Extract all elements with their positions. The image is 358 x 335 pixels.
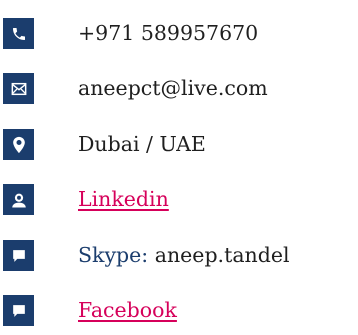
skype-handle: aneep.tandel bbox=[154, 243, 290, 267]
phone-icon bbox=[3, 18, 34, 49]
skype-text: Skype: aneep.tandel bbox=[78, 237, 290, 273]
chat-bubble-icon bbox=[3, 295, 34, 326]
facebook-link[interactable]: Facebook bbox=[78, 292, 177, 328]
contact-list: +971 589957670 aneepct@live.com Dubai / … bbox=[0, 0, 358, 335]
location-text: Dubai / UAE bbox=[78, 132, 206, 156]
contact-row-email: aneepct@live.com bbox=[0, 70, 358, 106]
skype-label: Skype: bbox=[78, 243, 149, 267]
map-pin-icon bbox=[3, 129, 34, 160]
email-address: aneepct@live.com bbox=[78, 76, 268, 100]
person-chat-icon bbox=[3, 184, 34, 215]
envelope-icon bbox=[3, 73, 34, 104]
contact-row-skype: Skype: aneep.tandel bbox=[0, 237, 358, 273]
contact-row-facebook: Facebook bbox=[0, 292, 358, 328]
contact-row-linkedin: Linkedin bbox=[0, 181, 358, 217]
contact-row-location: Dubai / UAE bbox=[0, 126, 358, 162]
linkedin-link[interactable]: Linkedin bbox=[78, 181, 169, 217]
chat-bubble-icon bbox=[3, 240, 34, 271]
phone-number: +971 589957670 bbox=[78, 21, 259, 45]
contact-row-phone: +971 589957670 bbox=[0, 15, 358, 51]
